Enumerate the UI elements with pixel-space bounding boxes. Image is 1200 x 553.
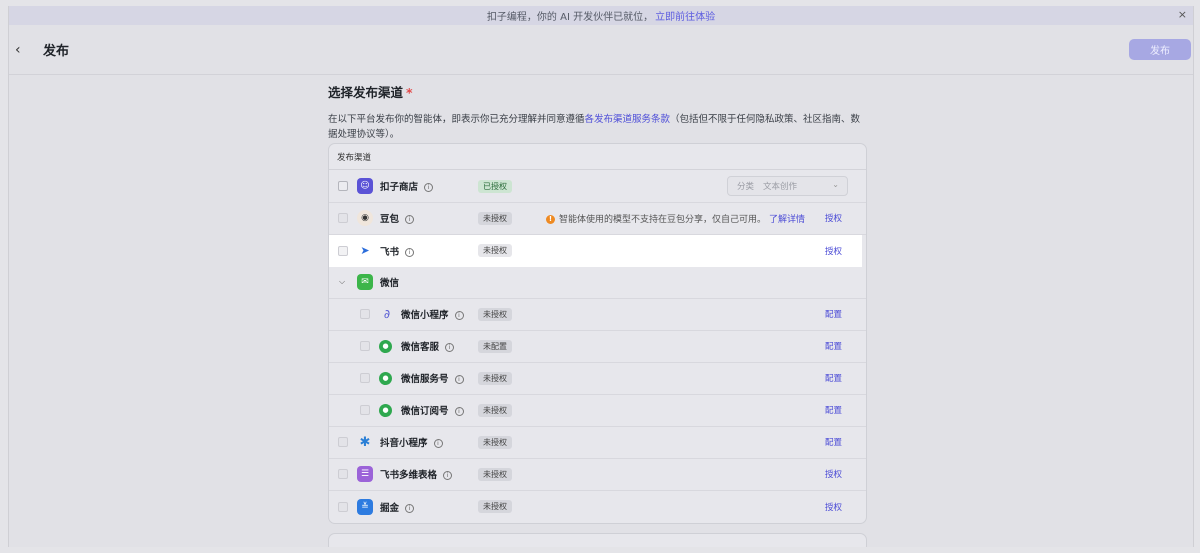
configure-button[interactable]: 配置 bbox=[825, 372, 842, 384]
banner-text: 扣子编程，你的 AI 开发伙伴已就位， bbox=[486, 12, 654, 23]
chevron-down-icon[interactable]: ⌵ bbox=[339, 277, 345, 287]
wechat-bubble-icon: ● bbox=[379, 339, 392, 353]
coze-store-icon: ☺ bbox=[357, 178, 373, 195]
wechat-bubble-icon: ● bbox=[379, 371, 392, 385]
checkbox[interactable] bbox=[360, 373, 370, 384]
select-label: 分类 bbox=[737, 182, 755, 193]
channel-row-wechat-service: ● 微信客服 i 未配置 配置 bbox=[329, 331, 866, 363]
status-badge: 未授权 bbox=[478, 500, 512, 514]
status-badge: 未授权 bbox=[478, 467, 512, 481]
learn-more-link[interactable]: 了解详情 bbox=[769, 215, 805, 225]
channel-name: 飞书 i bbox=[380, 244, 415, 258]
chevron-down-icon: ⌄ bbox=[832, 180, 839, 190]
authorize-button[interactable]: 授权 bbox=[825, 212, 842, 224]
channel-row-feishu: ➤ 飞书 i 未授权 授权 bbox=[329, 235, 862, 267]
channel-row-wechat-miniprogram: ∂ 微信小程序 i 未授权 配置 bbox=[329, 299, 866, 331]
channel-name: 微信小程序 i bbox=[401, 307, 464, 321]
channel-name: 扣子商店 i bbox=[380, 179, 434, 193]
back-icon[interactable]: ‹ bbox=[15, 42, 29, 58]
select-value: 文本创作 bbox=[763, 182, 798, 193]
status-badge: 未配置 bbox=[478, 339, 512, 353]
channel-row-wechat-subscription: ● 微信订阅号 i 未授权 配置 bbox=[329, 395, 866, 427]
checkbox[interactable] bbox=[338, 245, 348, 256]
info-icon[interactable]: i bbox=[443, 471, 453, 481]
status-badge: 未授权 bbox=[478, 403, 512, 417]
channel-row-coze-store: ☺ 扣子商店 i 已授权 分类 文本创作 ⌄ bbox=[329, 171, 866, 203]
section-title-text: 选择发布渠道 bbox=[328, 85, 404, 100]
info-icon[interactable]: i bbox=[405, 247, 415, 257]
authorize-button[interactable]: 授权 bbox=[825, 245, 842, 257]
status-badge: 已授权 bbox=[478, 179, 512, 193]
page-title: 发布 bbox=[43, 44, 70, 59]
info-icon[interactable]: i bbox=[405, 215, 415, 225]
desc-prefix: 在以下平台发布你的智能体，即表示你已充分理解并同意遵循 bbox=[328, 114, 585, 125]
checkbox[interactable] bbox=[360, 405, 370, 416]
miniprogram-icon: ∂ bbox=[383, 307, 391, 322]
checkbox[interactable] bbox=[338, 469, 348, 480]
channel-row-doubao: ◉ 豆包 i 未授权 ! 智能体使用的模型不支持在豆包分享，仅自己可用。 了解详情 授… bbox=[329, 203, 866, 235]
doubao-icon: ◉ bbox=[357, 210, 373, 227]
channel-row-juejin: ≚ 掘金 i 未授权 授权 bbox=[329, 491, 866, 523]
terms-link[interactable]: 各发布渠道服务条款 bbox=[585, 114, 671, 125]
channel-name: 豆包 i bbox=[380, 211, 415, 225]
channel-name: 微信 bbox=[380, 278, 400, 290]
channel-row-feishu-bitable: ☰ 飞书多维表格 i 未授权 授权 bbox=[329, 459, 866, 491]
channel-table: 发布渠道 ☺ 扣子商店 i 已授权 分类 文本创作 ⌄ ◉ 豆包 i 未授权 ! 智能… bbox=[328, 143, 867, 524]
checkbox[interactable] bbox=[360, 341, 370, 352]
wechat-bubble-icon: ● bbox=[379, 403, 392, 417]
checkbox[interactable] bbox=[360, 309, 370, 320]
checkbox[interactable] bbox=[338, 213, 348, 224]
configure-button[interactable]: 配置 bbox=[825, 340, 842, 352]
configure-button[interactable]: 配置 bbox=[825, 436, 842, 448]
publish-button[interactable]: 发布 bbox=[1129, 39, 1191, 60]
checkbox[interactable] bbox=[338, 437, 348, 448]
info-icon[interactable]: i bbox=[445, 343, 455, 353]
close-icon[interactable]: × bbox=[1178, 8, 1187, 21]
warning-message: ! 智能体使用的模型不支持在豆包分享，仅自己可用。 了解详情 bbox=[546, 212, 805, 225]
configure-button[interactable]: 配置 bbox=[825, 308, 842, 320]
next-section-card bbox=[328, 533, 867, 547]
configure-button[interactable]: 配置 bbox=[825, 404, 842, 416]
channel-group-wechat[interactable]: ⌵ ✉ 微信 bbox=[329, 267, 866, 299]
douyin-miniprogram-icon: ✱ bbox=[359, 434, 371, 450]
channel-row-wechat-service-account: ● 微信服务号 i 未授权 配置 bbox=[329, 363, 866, 395]
channel-name: 飞书多维表格 i bbox=[380, 467, 453, 481]
warning-icon: ! bbox=[546, 214, 555, 224]
required-mark: * bbox=[406, 85, 413, 100]
info-icon[interactable]: i bbox=[454, 375, 464, 385]
authorize-button[interactable]: 授权 bbox=[825, 501, 842, 513]
feishu-icon: ➤ bbox=[357, 242, 373, 259]
channel-name: 抖音小程序 i bbox=[380, 435, 443, 449]
info-icon[interactable]: i bbox=[454, 311, 464, 321]
channel-row-douyin-miniprogram: ✱ 抖音小程序 i 未授权 配置 bbox=[329, 427, 866, 459]
banner-link[interactable]: 立即前往体验 bbox=[655, 8, 715, 23]
info-icon[interactable]: i bbox=[433, 439, 443, 449]
status-badge: 未授权 bbox=[478, 371, 512, 385]
section-description: 在以下平台发布你的智能体，即表示你已充分理解并同意遵循各发布渠道服务条款（包括但… bbox=[328, 112, 868, 142]
authorize-button[interactable]: 授权 bbox=[825, 468, 842, 480]
channel-name: 微信客服 i bbox=[401, 339, 455, 353]
info-icon[interactable]: i bbox=[405, 503, 415, 513]
status-badge: 未授权 bbox=[478, 435, 512, 449]
channel-name: 掘金 i bbox=[380, 500, 415, 514]
status-badge: 未授权 bbox=[478, 307, 512, 321]
checkbox[interactable] bbox=[338, 181, 348, 192]
status-badge: 未授权 bbox=[478, 244, 512, 258]
channel-name: 微信订阅号 i bbox=[401, 403, 464, 417]
status-badge: 未授权 bbox=[478, 211, 512, 225]
publish-content: 选择发布渠道 * 在以下平台发布你的智能体，即表示你已充分理解并同意遵循各发布渠道… bbox=[328, 82, 868, 524]
channel-name: 微信服务号 i bbox=[401, 371, 464, 385]
wechat-icon: ✉ bbox=[357, 274, 373, 291]
category-select[interactable]: 分类 文本创作 ⌄ bbox=[727, 176, 848, 197]
info-icon[interactable]: i bbox=[454, 407, 464, 417]
app-window: 扣子编程，你的 AI 开发伙伴已就位， 立即前往体验 × ‹ 发布 发布 选择发… bbox=[8, 6, 1194, 547]
checkbox[interactable] bbox=[338, 501, 348, 512]
table-header: 发布渠道 bbox=[329, 144, 866, 170]
juejin-icon: ≚ bbox=[357, 498, 373, 515]
info-icon[interactable]: i bbox=[424, 183, 434, 193]
bitable-icon: ☰ bbox=[357, 466, 373, 483]
page-header: ‹ 发布 发布 bbox=[9, 25, 1193, 75]
top-banner: 扣子编程，你的 AI 开发伙伴已就位， 立即前往体验 × bbox=[9, 6, 1193, 25]
section-title: 选择发布渠道 * bbox=[328, 82, 868, 101]
